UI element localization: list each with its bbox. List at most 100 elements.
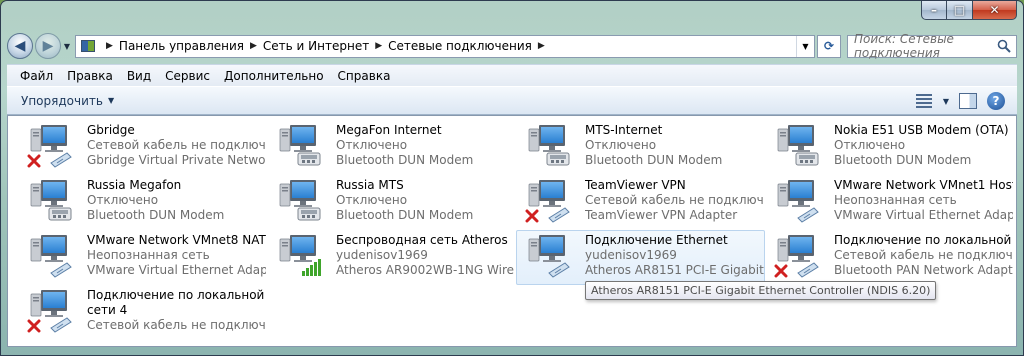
connection-device: Bluetooth DUN Modem <box>87 208 225 222</box>
change-view-icon[interactable] <box>915 93 933 109</box>
connection-item[interactable]: Подключение по локальной сетиСетевой каб… <box>765 230 1014 285</box>
device-tooltip: Atheros AR8151 PCI-E Gigabit Ethernet Co… <box>585 281 937 300</box>
connection-item[interactable]: MegaFon Internet Отключено Bluetooth DUN M… <box>267 120 516 175</box>
navigation-bar: ◀ ▶ ▼ ▶ Панель управления ▶ Сеть и Интер… <box>7 31 1017 61</box>
connection-item[interactable]: VMware Network VMnet8 NAT Неопознанная се… <box>18 230 267 285</box>
preview-pane-icon[interactable] <box>959 93 977 109</box>
connection-name: VMware Network VMnet1 Host <box>834 178 1013 192</box>
connection-status: Неопознанная сеть <box>87 248 210 262</box>
breadcrumb-chevron-icon[interactable]: ▶ <box>250 41 257 51</box>
connection-name: Подключение по локальной сети 4 <box>87 288 265 317</box>
menu-tools[interactable]: Сервис <box>158 69 217 83</box>
breadcrumb-chevron-icon[interactable]: ▶ <box>538 41 545 51</box>
connection-item[interactable]: Russia MTS Отключено Bluetooth DUN Modem <box>267 175 516 230</box>
connection-status: yudenisov1969 <box>585 248 677 262</box>
connection-details: TeamViewer VPN Сетевой кабель не подключе… <box>585 178 764 229</box>
connection-details: Nokia E51 USB Modem (OTA) Отключено Blueto… <box>834 123 1013 174</box>
connection-status: Неопознанная сеть <box>834 193 957 207</box>
connection-status: Сетевой кабель не подключен <box>87 138 266 152</box>
connection-item[interactable]: Подключение по локальной сети 4 Сетевой к… <box>18 285 267 340</box>
search-input[interactable]: Поиск: Сетевые подключения <box>847 32 1017 60</box>
organize-button[interactable]: Упорядочить <box>21 94 103 108</box>
network-adapter-icon <box>774 233 824 279</box>
connection-status: Отключено <box>336 193 408 207</box>
connection-device: Bluetooth PAN Network Adapter <box>834 263 1013 277</box>
connection-details: MTS-Internet Отключено Bluetooth DUN Modem <box>585 123 764 174</box>
connection-item[interactable]: Russia Megafon Отключено Bluetooth DUN Mod… <box>18 175 267 230</box>
connection-status: Отключено <box>87 193 159 207</box>
chevron-down-icon[interactable]: ▼ <box>108 96 114 105</box>
breadcrumb-control-panel[interactable]: Панель управления <box>119 39 244 53</box>
connection-device: Bluetooth DUN Modem <box>336 208 474 222</box>
connection-details: MegaFon Internet Отключено Bluetooth DUN M… <box>336 123 515 174</box>
connection-details: Russia Megafon Отключено Bluetooth DUN Mod… <box>87 178 266 229</box>
network-adapter-icon <box>27 288 77 334</box>
refresh-button[interactable]: ⟳ <box>817 34 841 58</box>
connection-status: Сетевой кабель не подключен <box>87 318 266 332</box>
recent-pages-chevron-down-icon[interactable]: ▼ <box>61 33 73 59</box>
address-dropdown-icon[interactable]: ▼ <box>796 35 814 57</box>
minimize-button[interactable]: – <box>921 1 947 20</box>
connection-details: VMware Network VMnet1 Host Неопознанная с… <box>834 178 1013 229</box>
breadcrumb-network-internet[interactable]: Сеть и Интернет <box>263 39 369 53</box>
connection-device: Bluetooth DUN Modem <box>585 153 723 167</box>
help-icon[interactable]: ? <box>987 92 1005 110</box>
connection-item[interactable]: MTS-Internet Отключено Bluetooth DUN Modem <box>516 120 765 175</box>
dialup-modem-icon <box>525 123 575 169</box>
connection-name: VMware Network VMnet8 NAT <box>87 233 266 247</box>
menu-help[interactable]: Справка <box>331 69 398 83</box>
view-options-chevron-down-icon[interactable]: ▼ <box>943 97 949 106</box>
connections-grid: Gbridge Сетевой кабель не подключен Gbridg… <box>18 120 1014 340</box>
connection-device: Atheros AR8151 PCI-E Gigabit Eth... <box>585 263 764 277</box>
dialup-modem-icon <box>27 178 77 224</box>
connection-name: Russia Megafon <box>87 178 182 192</box>
forward-button[interactable]: ▶ <box>35 33 61 59</box>
connection-device: Bluetooth DUN Modem <box>336 153 474 167</box>
network-adapter-icon <box>525 178 575 224</box>
breadcrumb-chevron-icon[interactable]: ▶ <box>375 41 382 51</box>
explorer-window: – □ ✕ ◀ ▶ ▼ ▶ Панель управления ▶ Сеть и… <box>0 0 1024 356</box>
connection-device: VMware Virtual Ethernet Adapter ... <box>87 263 266 277</box>
connection-details: Беспроводная сеть Atheros yudenisov1969 At… <box>336 233 515 284</box>
network-adapter-icon <box>27 123 77 169</box>
connection-details: Подключение по локальной сетиСетевой каб… <box>834 233 1013 284</box>
menu-file[interactable]: Файл <box>13 69 60 83</box>
menu-edit[interactable]: Правка <box>60 69 120 83</box>
dialup-modem-icon <box>276 123 326 169</box>
search-icon[interactable] <box>997 39 1011 53</box>
menu-bar: Файл Правка Вид Сервис Дополнительно Спр… <box>7 64 1017 86</box>
connection-name: Подключение по локальной сети <box>834 233 1013 247</box>
maximize-button[interactable]: □ <box>947 1 973 20</box>
connection-item[interactable]: Nokia E51 USB Modem (OTA) Отключено Blueto… <box>765 120 1014 175</box>
connection-item[interactable]: Беспроводная сеть Atheros yudenisov1969 At… <box>267 230 516 285</box>
caption-buttons: – □ ✕ <box>921 1 1017 20</box>
close-button[interactable]: ✕ <box>973 1 1017 20</box>
connections-list: Gbridge Сетевой кабель не подключен Gbridg… <box>7 115 1017 347</box>
breadcrumb-chevron-icon[interactable]: ▶ <box>106 41 113 51</box>
connection-item[interactable]: Gbridge Сетевой кабель не подключен Gbridg… <box>18 120 267 175</box>
connection-status: Отключено <box>834 138 906 152</box>
address-bar[interactable]: ▶ Панель управления ▶ Сеть и Интернет ▶ … <box>75 34 815 58</box>
connection-item[interactable]: Подключение Ethernet yudenisov1969 Atheros… <box>516 230 765 285</box>
connection-item[interactable]: VMware Network VMnet1 Host Неопознанная с… <box>765 175 1014 230</box>
connection-details: Russia MTS Отключено Bluetooth DUN Modem <box>336 178 515 229</box>
connection-details: Подключение по локальной сети 4 Сетевой к… <box>87 288 266 339</box>
connection-status: Сетевой кабель не подключен <box>834 248 1013 262</box>
breadcrumb-network-connections[interactable]: Сетевые подключения <box>388 39 532 53</box>
wireless-network-icon <box>276 233 326 279</box>
connection-status: yudenisov1969 <box>336 248 428 262</box>
back-button[interactable]: ◀ <box>7 33 33 59</box>
dialup-modem-icon <box>276 178 326 224</box>
menu-view[interactable]: Вид <box>120 69 158 83</box>
control-panel-icon <box>76 36 100 57</box>
connection-details: VMware Network VMnet8 NAT Неопознанная се… <box>87 233 266 284</box>
connection-device: VMware Virtual Ethernet Adapter ... <box>834 208 1013 222</box>
connection-item[interactable]: TeamViewer VPN Сетевой кабель не подключе… <box>516 175 765 230</box>
menu-advanced[interactable]: Дополнительно <box>217 69 331 83</box>
connection-name: Беспроводная сеть Atheros <box>336 233 508 247</box>
command-bar: Упорядочить ▼ ▼ ? <box>7 86 1017 115</box>
connection-device: Atheros AR9002WB-1NG Wireless ... <box>336 263 515 277</box>
network-adapter-icon <box>27 233 77 279</box>
connection-device: TeamViewer VPN Adapter <box>585 208 738 222</box>
connection-details: Подключение Ethernet yudenisov1969 Atheros… <box>585 233 764 284</box>
